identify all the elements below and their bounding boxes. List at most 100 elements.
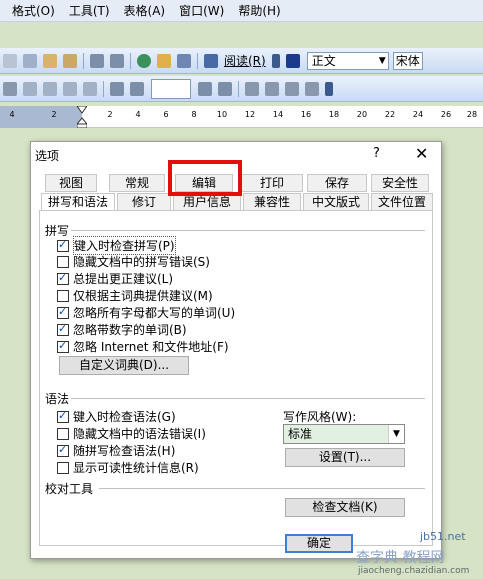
checkbox[interactable]: [57, 427, 69, 440]
check-document-button[interactable]: 检查文档(K): [285, 498, 405, 517]
divider: [99, 488, 425, 489]
checkbox-main-dictionary-only[interactable]: 仅根据主词典提供建议(M): [57, 287, 213, 304]
ruler-tick: 2: [51, 110, 57, 119]
ruler-tick: 20: [356, 110, 368, 119]
custom-dictionaries-button[interactable]: 自定义词典(D)...: [59, 356, 189, 375]
copy-icon[interactable]: [23, 53, 37, 68]
checkbox-hide-grammar-errors[interactable]: 隐藏文档中的语法错误(I): [57, 425, 206, 442]
tab-general[interactable]: 常规: [109, 174, 165, 192]
checkbox-ignore-internet[interactable]: ✓ 忽略 Internet 和文件地址(F): [57, 338, 229, 355]
compare-icon[interactable]: [265, 81, 279, 96]
proofing-tools-heading: 校对工具: [45, 482, 94, 496]
tab-security[interactable]: 安全性: [371, 174, 429, 192]
checkbox[interactable]: [57, 461, 69, 474]
toolbar-options-icon[interactable]: [325, 81, 333, 96]
ruler-tick: 4: [135, 110, 141, 119]
ruler-tick: 8: [191, 110, 197, 119]
checkbox-label: 键入时检查语法(G): [73, 410, 176, 424]
spelling-icon[interactable]: [23, 81, 37, 96]
writing-style-select[interactable]: 标准 ▼: [283, 424, 405, 444]
next-page-icon[interactable]: [198, 81, 212, 96]
checkbox[interactable]: ✓: [57, 338, 69, 353]
check-icon: ✓: [58, 321, 68, 335]
tab-compatibility[interactable]: 兼容性: [243, 193, 301, 211]
styles-icon[interactable]: [285, 53, 300, 68]
checkbox[interactable]: [57, 255, 69, 268]
undo-icon[interactable]: [90, 53, 104, 68]
checkbox-ignore-uppercase[interactable]: ✓ 忽略所有字母都大写的单词(U): [57, 304, 235, 321]
doc-map-icon[interactable]: [83, 81, 97, 96]
reading-toolbar: [0, 76, 483, 102]
standard-toolbar: 阅读(R) 正文 ▼ 宋体: [0, 48, 483, 74]
insert-table-icon[interactable]: [177, 53, 191, 68]
watermark-brand: 查字典 教程网: [356, 550, 445, 566]
page-icon[interactable]: [43, 81, 57, 96]
checkbox[interactable]: ✓: [57, 270, 69, 285]
ruler-tick: 22: [384, 110, 396, 119]
checkbox[interactable]: ✓: [57, 238, 69, 252]
checkbox[interactable]: ✓: [57, 321, 69, 336]
check-icon: ✓: [58, 270, 68, 284]
ruler-tick: 26: [440, 110, 452, 119]
last-page-icon[interactable]: [218, 81, 232, 96]
tab-file-locations[interactable]: 文件位置: [371, 193, 433, 211]
checkbox[interactable]: [57, 289, 69, 302]
ruler-tick: 18: [328, 110, 340, 119]
checkbox-hide-spelling-errors[interactable]: 隐藏文档中的拼写错误(S): [57, 253, 210, 270]
menu-tools[interactable]: 工具(T): [69, 2, 110, 19]
style-select[interactable]: 正文 ▼: [306, 51, 389, 70]
menu-help[interactable]: 帮助(H): [238, 2, 280, 19]
checkbox[interactable]: ✓: [57, 409, 69, 423]
hyperlink-icon[interactable]: [137, 53, 151, 68]
dialog-title: 选项: [35, 149, 60, 163]
tables-borders-icon[interactable]: [157, 53, 171, 68]
accept-change-icon[interactable]: [285, 81, 299, 96]
toolbar-options-icon[interactable]: [271, 53, 280, 68]
watermark-url: jiaocheng.chazidian.com: [358, 566, 470, 576]
menu-table[interactable]: 表格(A): [124, 2, 166, 19]
toolbar-separator: [103, 80, 104, 97]
close-button[interactable]: ✕: [415, 144, 428, 163]
page-number-input[interactable]: [151, 78, 191, 99]
check-icon: ✓: [58, 442, 68, 456]
menu-format[interactable]: 格式(O): [12, 2, 55, 19]
ok-button[interactable]: 确定: [285, 534, 353, 553]
grammar-settings-button[interactable]: 设置(T)...: [285, 448, 405, 467]
ruler-tick: 6: [163, 110, 169, 119]
font-select[interactable]: 宋体: [392, 51, 423, 70]
menu-window[interactable]: 窗口(W): [179, 2, 224, 19]
tab-spelling-grammar[interactable]: 拼写和语法: [41, 193, 115, 211]
checkbox-grammar-with-spelling[interactable]: ✓ 随拼写检查语法(H): [57, 442, 175, 459]
tab-view[interactable]: 视图: [45, 174, 97, 192]
checkbox-check-grammar[interactable]: ✓ 键入时检查语法(G): [57, 408, 176, 425]
checkbox[interactable]: ✓: [57, 442, 69, 457]
checkbox-ignore-numbers[interactable]: ✓ 忽略带数字的单词(B): [57, 321, 187, 338]
redo-icon[interactable]: [110, 53, 124, 68]
checkbox-suggest-corrections[interactable]: ✓ 总提出更正建议(L): [57, 270, 173, 287]
first-page-icon[interactable]: [110, 81, 124, 96]
field-icon[interactable]: [3, 81, 17, 96]
divider: [71, 230, 425, 231]
indent-marker-icon[interactable]: [77, 106, 87, 128]
previous-page-icon[interactable]: [130, 81, 144, 96]
horizontal-ruler[interactable]: 4 2 2 4 6 8 10 12 14 16 18 20 22 24 26 2…: [0, 106, 483, 128]
highlight-box: [168, 160, 242, 196]
reading-button[interactable]: 阅读(R): [224, 52, 266, 69]
checkbox-readability-stats[interactable]: 显示可读性统计信息(R): [57, 459, 199, 476]
format-painter-icon[interactable]: [63, 53, 77, 68]
watermark-site: jb51.net: [420, 530, 466, 543]
checkbox[interactable]: ✓: [57, 305, 69, 319]
paste-icon[interactable]: [43, 53, 57, 68]
style-value: 正文: [311, 53, 336, 68]
thumbnail-icon[interactable]: [63, 81, 77, 96]
tab-print[interactable]: 打印: [241, 174, 303, 192]
tab-track-changes[interactable]: 修订: [117, 193, 171, 211]
cut-icon[interactable]: [3, 53, 17, 68]
tab-save[interactable]: 保存: [307, 174, 367, 192]
help-button[interactable]: ?: [373, 146, 380, 161]
reject-change-icon[interactable]: [305, 81, 319, 96]
check-icon: ✓: [58, 338, 68, 352]
reading-icon[interactable]: [204, 53, 218, 68]
tab-chinese-typography[interactable]: 中文版式: [303, 193, 369, 211]
show-markup-icon[interactable]: [245, 81, 259, 96]
